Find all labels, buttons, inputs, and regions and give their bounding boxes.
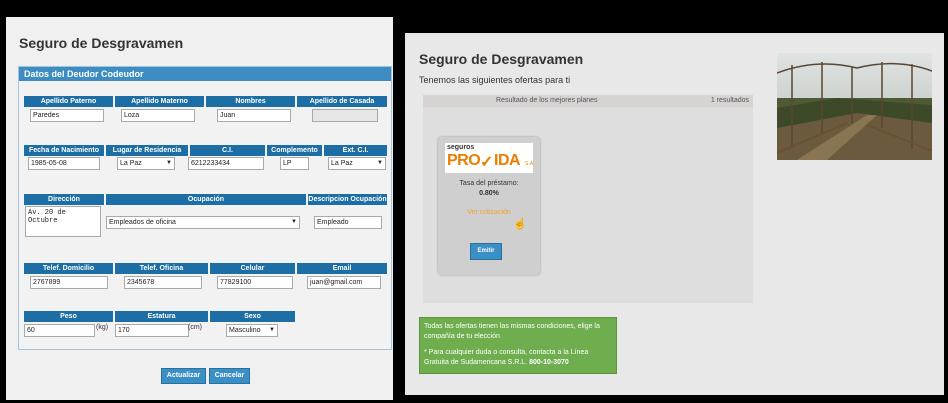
emit-button[interactable]: Emitir: [470, 243, 502, 260]
info-text-1: Todas las ofertas tienen las mismas cond…: [424, 323, 600, 340]
results-header: Resultado de los mejores planes 1 result…: [423, 95, 753, 107]
info-phone: 800-10-3070: [529, 359, 569, 366]
fecha-nacimiento-input[interactable]: 1985-05-08: [28, 157, 100, 170]
lugar-residencia-select[interactable]: La Paz ▼: [117, 157, 175, 170]
telef-domicilio-input[interactable]: 2767899: [30, 276, 108, 289]
logo-v-mark: ✓: [480, 154, 494, 171]
lugar-residencia-value: La Paz: [120, 160, 142, 167]
label-lugar-residencia: Lugar de Residencia: [106, 145, 188, 156]
offer-card: seguros PRO ✓ IDA S.A. Tasa del préstamo…: [438, 137, 540, 275]
results-label: Resultado de los mejores planes: [496, 97, 598, 104]
apellido-casada-input[interactable]: [312, 109, 378, 122]
sexo-select[interactable]: Masculino ▼: [226, 324, 278, 337]
apellido-paterno-input[interactable]: Paredes: [30, 109, 104, 122]
ci-input[interactable]: 6212233434: [188, 157, 264, 170]
label-email: Email: [297, 263, 387, 274]
ext-ci-value: La Paz: [331, 160, 353, 167]
label-sexo: Sexo: [210, 311, 295, 322]
label-apellido-casada: Apellido de Casada: [297, 96, 387, 107]
ext-ci-select[interactable]: La Paz ▼: [328, 157, 386, 170]
hand-cursor-icon: ☝: [513, 218, 527, 230]
complemento-input[interactable]: LP: [280, 157, 309, 170]
direccion-textarea[interactable]: Av. 20 de Octubre: [25, 206, 101, 237]
peso-input[interactable]: 60: [24, 324, 95, 337]
sexo-value: Masculino: [229, 327, 261, 334]
label-apellido-paterno: Apellido Paterno: [24, 96, 113, 107]
page-title: Seguro de Desgravamen: [19, 35, 184, 51]
quote-link[interactable]: Ver cotización: [438, 209, 540, 216]
ocupacion-value: Empleados de oficina: [109, 219, 176, 226]
update-button[interactable]: Actualizar: [161, 368, 206, 384]
results-count: 1 resultados: [710, 97, 749, 104]
info-box: Todas las ofertas tienen las mismas cond…: [419, 317, 617, 374]
label-celular: Celular: [210, 263, 295, 274]
peso-unit: (kg): [96, 324, 109, 331]
label-nombres: Nombres: [206, 96, 295, 107]
chevron-down-icon: ▼: [291, 219, 297, 225]
label-peso: Peso: [24, 311, 113, 322]
label-telef-domicilio: Telef. Domicilio: [24, 263, 113, 274]
label-descripcion-ocupacion: Descripcion Ocupación: [308, 194, 387, 205]
label-direccion: Dirección: [24, 194, 104, 205]
chevron-down-icon: ▼: [269, 327, 275, 333]
offers-panel: Seguro de Desgravamen Tenemos las siguie…: [405, 33, 944, 395]
debtor-form: Datos del Deudor Codeudor Apellido Pater…: [18, 66, 392, 350]
apellido-materno-input[interactable]: Loza: [121, 109, 195, 122]
label-ocupacion: Ocupación: [106, 194, 306, 205]
rate-value: 0.80%: [479, 190, 499, 197]
debtor-form-panel: Seguro de Desgravamen Datos del Deudor C…: [6, 17, 393, 400]
provida-logo: seguros PRO ✓ IDA S.A.: [445, 143, 535, 173]
label-complemento: Complemento: [267, 145, 322, 156]
celular-input[interactable]: 77829100: [217, 276, 293, 289]
chevron-down-icon: ▼: [377, 160, 383, 166]
email-input[interactable]: juan@gmail.com: [307, 276, 381, 289]
page-subtitle: Tenemos las siguientes ofertas para ti: [419, 75, 571, 85]
page-title: Seguro de Desgravamen: [419, 51, 584, 67]
ocupacion-select[interactable]: Empleados de oficina ▼: [106, 216, 300, 229]
descripcion-ocupacion-input[interactable]: Empleado: [314, 216, 382, 229]
label-estatura: Estatura: [115, 311, 208, 322]
chevron-down-icon: ▼: [166, 160, 172, 166]
label-ci: C.I.: [190, 145, 265, 156]
telef-oficina-input[interactable]: 2345678: [124, 276, 202, 289]
info-text-2: * Para cualquier duda o consulta, contac…: [424, 349, 589, 366]
greenhouse-photo: [777, 53, 932, 160]
estatura-input[interactable]: 170: [115, 324, 189, 337]
estatura-unit: (cm): [188, 324, 202, 331]
label-apellido-materno: Apellido Materno: [115, 96, 204, 107]
label-telef-oficina: Telef. Oficina: [115, 263, 208, 274]
nombres-input[interactable]: Juan: [217, 109, 291, 122]
cancel-button[interactable]: Cancelar: [209, 368, 250, 384]
section-header: Datos del Deudor Codeudor: [19, 67, 391, 81]
label-ext-ci: Ext. C.I.: [324, 145, 387, 156]
rate-label: Tasa del préstamo:: [459, 180, 519, 187]
label-fecha-nacimiento: Fecha de Nacimiento: [24, 145, 104, 156]
